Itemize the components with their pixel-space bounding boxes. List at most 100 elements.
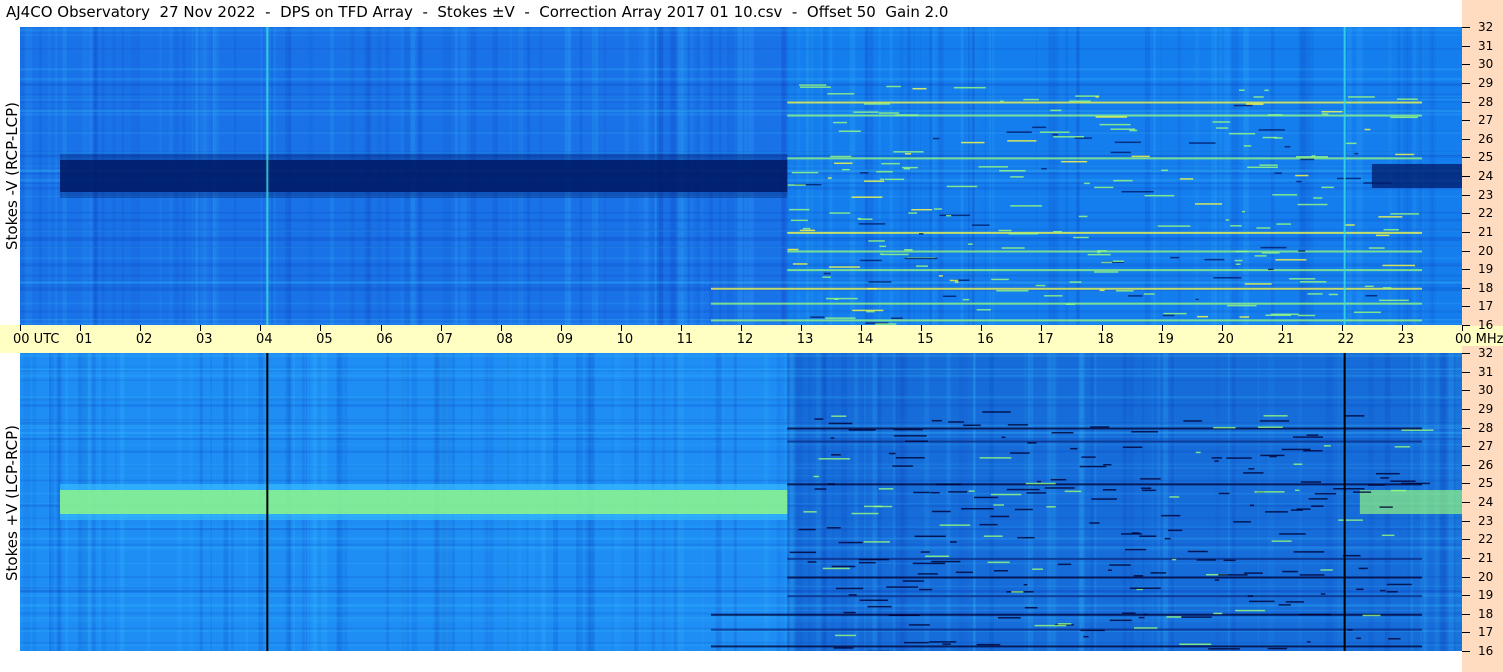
texture-row — [20, 642, 1462, 644]
interference-line — [787, 269, 1422, 272]
speckle — [1314, 492, 1337, 495]
speckle — [1112, 260, 1125, 263]
freq-tick — [1462, 176, 1470, 177]
texture-row — [20, 396, 1462, 398]
speckle — [873, 505, 893, 508]
speckle — [1321, 113, 1329, 115]
speckle — [892, 465, 913, 467]
speckle — [827, 93, 855, 95]
freq-tick — [1462, 325, 1470, 326]
speckle — [939, 524, 971, 526]
time-tick — [1221, 325, 1223, 331]
speckle — [867, 605, 892, 608]
time-tick-label: 09 — [556, 332, 574, 347]
speckle — [1122, 446, 1143, 449]
speckle — [810, 316, 825, 318]
speckle — [1133, 575, 1144, 577]
speckle — [942, 295, 957, 298]
time-tick — [1161, 325, 1163, 331]
speckle — [1338, 519, 1363, 521]
speckle — [825, 297, 858, 300]
speckle — [967, 243, 973, 245]
speckle — [1375, 472, 1400, 475]
speckle — [1114, 141, 1141, 144]
speckle — [1295, 489, 1300, 492]
speckle — [1271, 540, 1292, 542]
freq-tick-label: 29 — [1478, 401, 1494, 416]
texture-row — [20, 83, 1462, 87]
speckle — [938, 275, 943, 277]
speckle — [1081, 456, 1096, 458]
speckle — [802, 227, 811, 230]
speckle — [1050, 478, 1067, 481]
speckle — [954, 281, 959, 283]
speckle — [833, 121, 848, 124]
speckle — [893, 151, 924, 153]
speckle — [1311, 505, 1324, 507]
freq-tick — [1462, 101, 1470, 103]
speckle — [993, 504, 1005, 506]
speckle — [1143, 293, 1155, 295]
texture-row — [20, 77, 1462, 81]
freq-tick-label: 26 — [1478, 131, 1494, 146]
speckle — [1249, 504, 1255, 507]
speckle — [1008, 233, 1039, 235]
speckle — [979, 523, 998, 526]
spectrogram-figure: AJ4CO Observatory 27 Nov 2022 - DPS on T… — [0, 0, 1503, 672]
speckle — [1129, 587, 1161, 590]
texture-row — [20, 586, 1462, 589]
speckle — [1007, 424, 1028, 426]
freq-tick — [1462, 408, 1470, 410]
speckle — [925, 555, 950, 558]
freq-tick-label: 27 — [1478, 439, 1494, 454]
time-tick-label: 14 — [856, 332, 874, 347]
speckle — [1367, 484, 1385, 486]
top-spectrogram-panel — [20, 27, 1462, 325]
speckle — [886, 85, 901, 88]
speckle — [831, 565, 856, 568]
texture-row — [20, 479, 1462, 482]
speckle — [834, 634, 856, 637]
speckle — [790, 219, 808, 222]
speckle — [945, 214, 952, 217]
speckle — [1228, 132, 1256, 135]
freq-tick — [1462, 576, 1470, 578]
speckle — [942, 643, 951, 645]
speckle — [1138, 616, 1145, 619]
texture-row — [20, 422, 1462, 424]
speckle — [996, 289, 1029, 292]
speckle — [1375, 234, 1390, 237]
freq-tick-label: 23 — [1478, 187, 1494, 202]
time-tick — [680, 325, 682, 331]
speckle — [1358, 567, 1368, 570]
freq-tick — [1462, 194, 1470, 196]
speckle — [1046, 506, 1056, 508]
speckle — [1248, 600, 1275, 603]
speckle — [1079, 465, 1107, 468]
speckle — [860, 259, 882, 262]
freq-tick-label: 19 — [1478, 262, 1494, 277]
speckle — [867, 287, 878, 290]
time-tick — [500, 325, 502, 331]
speckle — [1274, 137, 1283, 139]
speckle — [1036, 480, 1041, 483]
freq-tick-label: 21 — [1478, 224, 1494, 239]
speckle — [1263, 415, 1288, 417]
time-tick — [1041, 325, 1043, 331]
speckle — [1169, 496, 1180, 498]
speckle — [1196, 559, 1216, 561]
speckle — [1293, 551, 1325, 553]
speckle — [878, 112, 900, 114]
speckle — [1083, 635, 1089, 638]
speckle — [1051, 432, 1074, 434]
speckle — [834, 162, 853, 165]
speckle — [1223, 559, 1236, 562]
speckle — [1281, 448, 1311, 451]
texture-row — [20, 262, 1462, 264]
texture-row — [20, 616, 1462, 620]
speckle — [864, 103, 890, 105]
speckle — [1254, 255, 1267, 257]
time-tick-label: 05 — [316, 332, 333, 347]
freq-tick — [1462, 595, 1470, 597]
speckle — [1356, 637, 1361, 640]
